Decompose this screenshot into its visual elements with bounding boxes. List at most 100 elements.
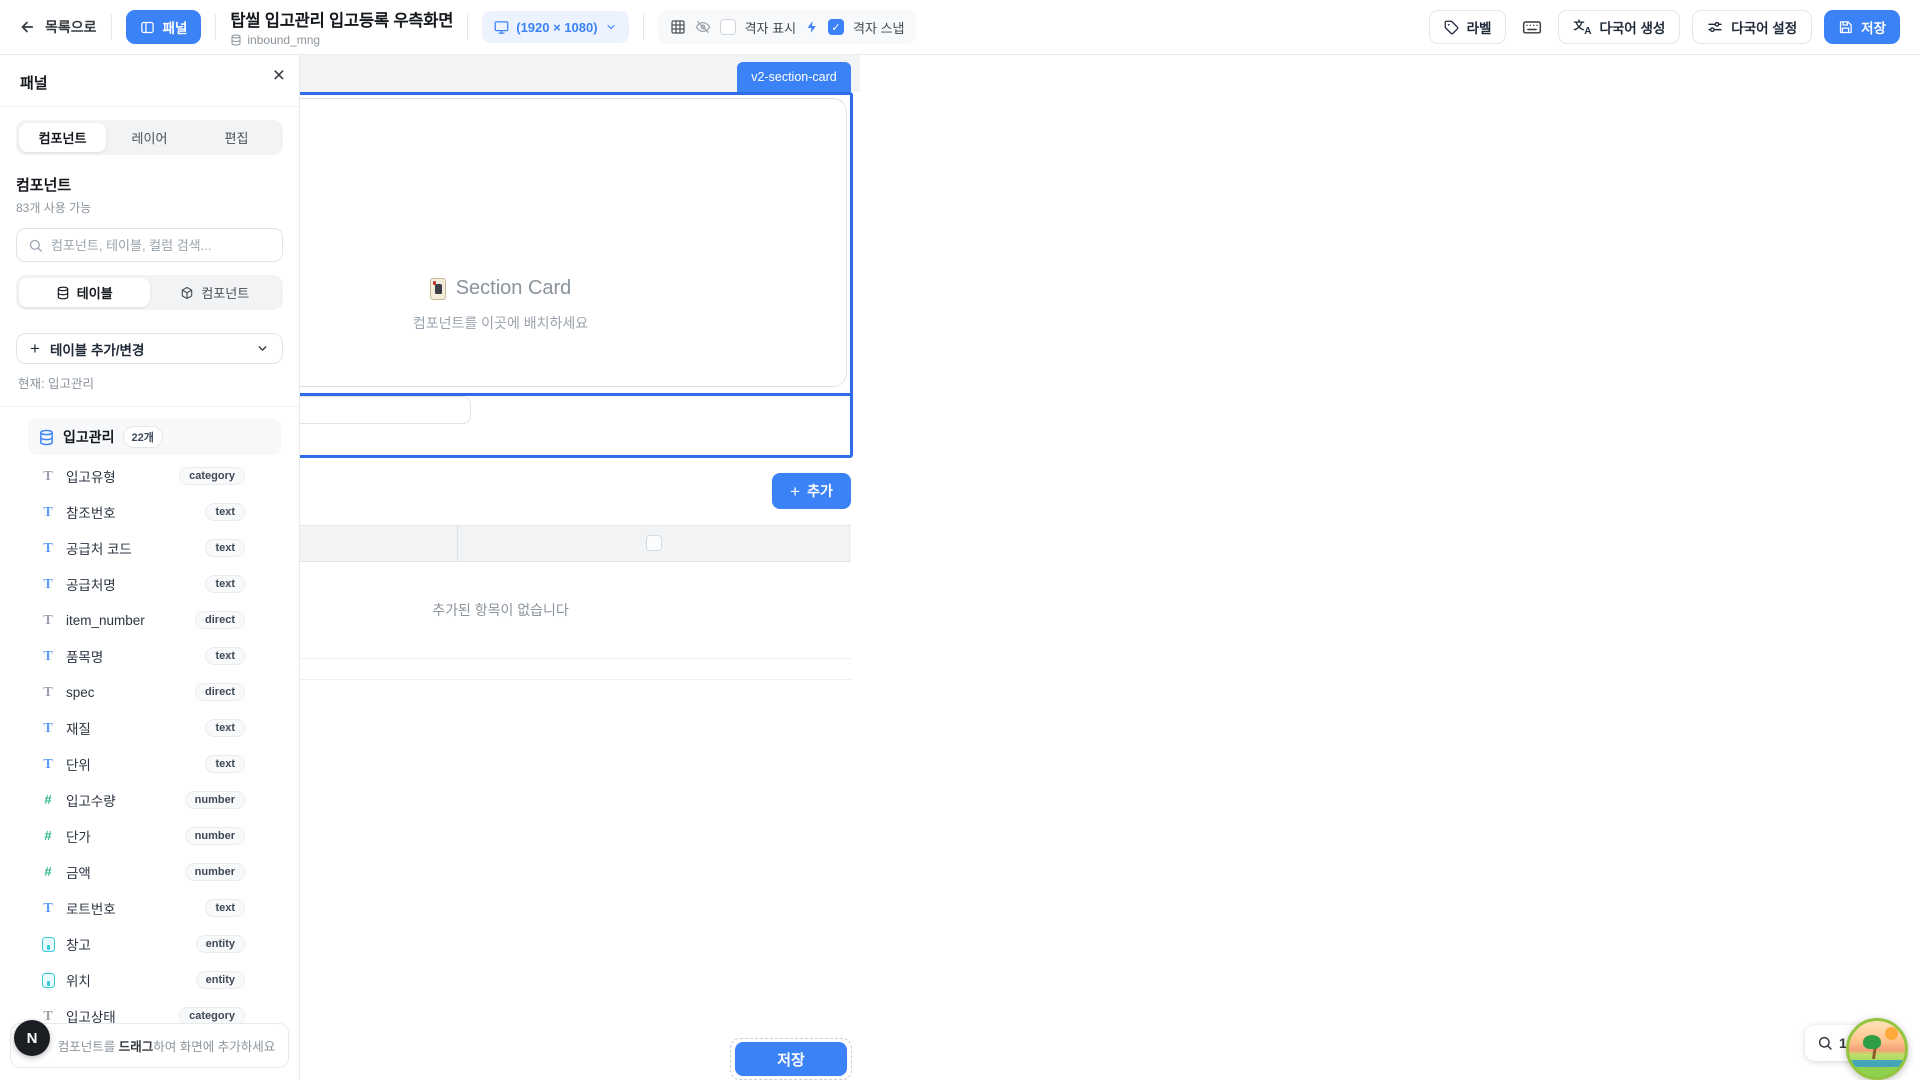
field-type-badge: entity	[196, 971, 245, 989]
field-type-badge: text	[205, 647, 245, 665]
field-name: 입고수량	[66, 790, 116, 810]
keyboard-shortcuts-button[interactable]	[1518, 13, 1546, 41]
field-row[interactable]: 입고유형 category	[16, 458, 283, 494]
label-button[interactable]: 라벨	[1429, 10, 1507, 44]
tag-icon	[1444, 20, 1459, 35]
add-row-button[interactable]: + 추가	[772, 473, 851, 509]
field-type-icon	[40, 827, 56, 845]
search-icon	[28, 238, 43, 253]
field-name: 위치	[66, 970, 91, 990]
field-row[interactable]: 공급처 코드 text	[16, 530, 283, 566]
field-row[interactable]: 입고수량 number	[16, 782, 283, 818]
tab-components[interactable]: 컴포넌트	[19, 123, 106, 152]
search-input[interactable]	[51, 238, 271, 253]
chevron-down-icon	[256, 342, 269, 355]
field-row[interactable]: 공급처명 text	[16, 566, 283, 602]
save-icon	[1838, 20, 1853, 35]
toolbar-right: 라벨 文A 다국어 생성 다국어 설정 저장	[1429, 10, 1900, 44]
tab-edit[interactable]: 편집	[193, 123, 280, 152]
field-row[interactable]: 품목명 text	[16, 638, 283, 674]
canvas-save-slot: 저장	[730, 1038, 852, 1080]
field-row[interactable]: 위치 entity	[16, 962, 283, 998]
field-name: 참조번호	[66, 502, 116, 522]
resolution-selector[interactable]: (1920 × 1080)	[482, 11, 628, 43]
cube-icon	[180, 286, 194, 300]
field-row[interactable]: spec direct	[16, 674, 283, 710]
database-icon	[56, 286, 70, 300]
monitor-icon	[494, 20, 509, 35]
field-name: item_number	[66, 613, 145, 628]
table-group-header[interactable]: 입고관리 22개	[28, 419, 281, 455]
grid-snap-label: 격자 스냅	[853, 18, 904, 37]
back-arrow-icon	[18, 18, 36, 36]
field-type-icon	[40, 937, 56, 951]
plus-icon: +	[30, 339, 40, 359]
field-name: 단가	[66, 826, 91, 846]
subtab-components[interactable]: 컴포넌트	[150, 278, 281, 307]
divider	[0, 406, 299, 407]
database-icon	[38, 429, 55, 446]
field-type-icon	[40, 973, 56, 987]
divider	[467, 14, 468, 40]
panel-left-icon	[140, 20, 155, 35]
plus-icon: +	[790, 483, 800, 500]
subtab-tables[interactable]: 테이블	[19, 278, 150, 307]
grid-snap-checkbox[interactable]: ✓	[828, 19, 844, 35]
field-type-icon	[40, 755, 56, 773]
magnifier-icon	[1817, 1035, 1833, 1051]
i18n-settings-button[interactable]: 다국어 설정	[1692, 10, 1812, 44]
field-type-badge: text	[205, 575, 245, 593]
back-to-list-button[interactable]: 목록으로	[18, 17, 97, 37]
field-name: 금액	[66, 862, 91, 882]
field-type-icon	[40, 503, 56, 521]
field-type-icon	[40, 719, 56, 737]
select-all-checkbox[interactable]	[646, 535, 662, 551]
panel-title: 패널	[20, 75, 48, 92]
table-name: 입고관리	[63, 427, 115, 447]
n-floating-button[interactable]: N	[14, 1020, 50, 1056]
field-row[interactable]: 단가 number	[16, 818, 283, 854]
close-icon[interactable]: ×	[273, 65, 285, 86]
field-type-icon	[40, 539, 56, 557]
field-row[interactable]: 금액 number	[16, 854, 283, 890]
field-row[interactable]: 단위 text	[16, 746, 283, 782]
save-button[interactable]: 저장	[1824, 10, 1900, 44]
document-title-block: 탑씰 입고관리 입고등록 우측화면 inbound_mng	[230, 7, 453, 47]
components-section-title: 컴포넌트	[16, 174, 283, 195]
field-row[interactable]: 창고 entity	[16, 926, 283, 962]
field-type-badge: text	[205, 719, 245, 737]
field-name: spec	[66, 685, 95, 700]
i18n-generate-button[interactable]: 文A 다국어 생성	[1558, 10, 1680, 44]
joker-card-icon	[430, 278, 446, 300]
field-name: 단위	[66, 754, 91, 774]
field-row[interactable]: 참조번호 text	[16, 494, 283, 530]
island-extension-badge[interactable]	[1846, 1018, 1908, 1080]
field-type-icon	[40, 791, 56, 809]
field-row[interactable]: 재질 text	[16, 710, 283, 746]
field-type-badge: text	[205, 503, 245, 521]
grid-controls: 격자 표시 ✓ 격자 스냅	[658, 10, 917, 44]
field-name: 입고유형	[66, 466, 116, 486]
grid-icon	[670, 19, 686, 35]
left-panel: 패널 × 컴포넌트 레이어 편집 컴포넌트 83개 사용 가능	[0, 55, 300, 1080]
panel-toggle-button[interactable]: 패널	[126, 10, 202, 44]
field-type-badge: direct	[195, 683, 245, 701]
tab-layers[interactable]: 레이어	[106, 123, 193, 152]
field-list: 입고유형 category 참조번호 text 공급처 코드 text	[16, 458, 283, 1034]
grid-show-label: 격자 표시	[745, 18, 796, 37]
field-row[interactable]: 로트번호 text	[16, 890, 283, 926]
component-search	[16, 228, 283, 262]
field-type-badge: number	[185, 863, 245, 881]
divider	[643, 14, 644, 40]
field-type-icon	[40, 647, 56, 665]
field-row[interactable]: item_number direct	[16, 602, 283, 638]
selection-component-label: v2-section-card	[737, 62, 851, 92]
grid-show-checkbox[interactable]	[720, 19, 736, 35]
field-type-badge: category	[179, 467, 245, 485]
field-name: 공급처 코드	[66, 538, 132, 558]
field-type-icon	[40, 863, 56, 881]
top-toolbar: 목록으로 패널 탑씰 입고관리 입고등록 우측화면 inbound_mng (1	[0, 0, 1920, 55]
field-type-badge: direct	[195, 611, 245, 629]
add-change-table-button[interactable]: + 테이블 추가/변경	[16, 333, 283, 364]
canvas-save-button[interactable]: 저장	[735, 1042, 847, 1076]
